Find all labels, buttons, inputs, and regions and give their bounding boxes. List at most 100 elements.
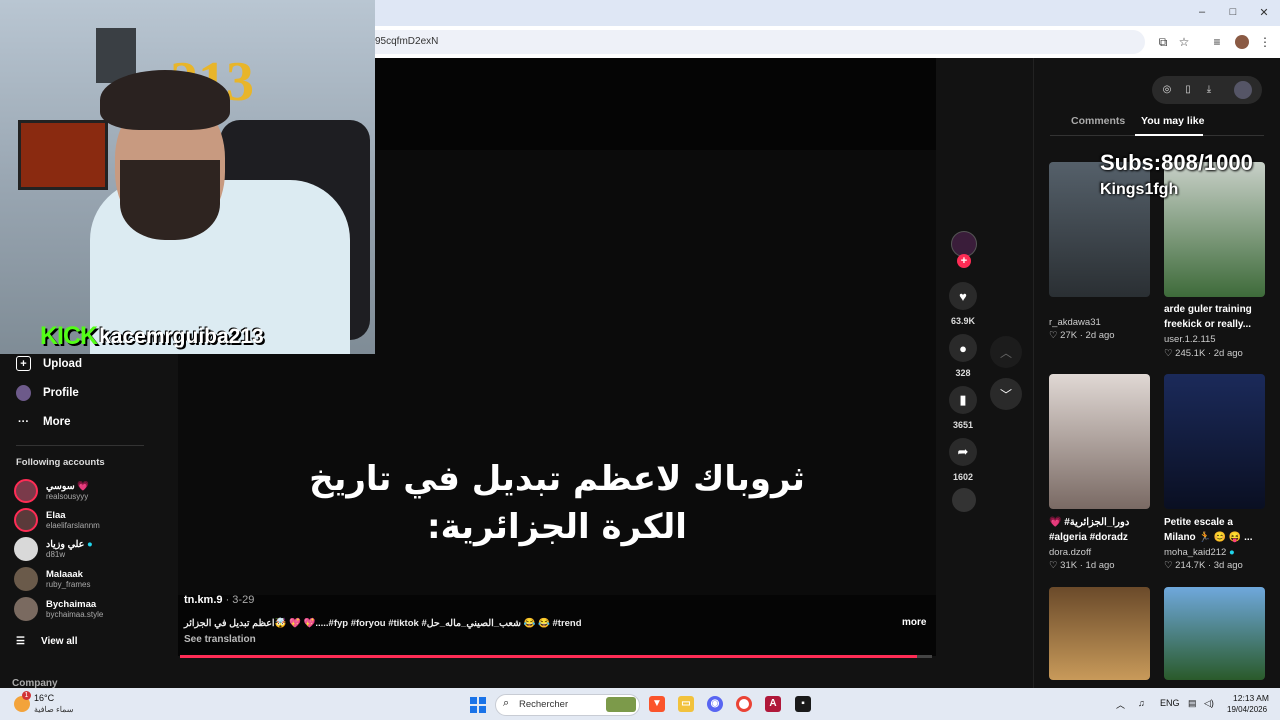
video-thumbnail[interactable] [1164,374,1265,509]
person-beard [120,160,220,240]
avatar [14,508,38,532]
avatar [14,537,38,561]
video-thumbnail[interactable] [1164,587,1265,680]
language-indicator[interactable]: ENG [1160,698,1180,708]
network-icon[interactable]: ▤ [1188,698,1197,709]
previous-video-button[interactable]: ︿ [990,336,1022,368]
address-bar[interactable]: 95cqfmD2exN [375,30,1145,54]
caption-line: ثروباك لاعظم تبديل في تاريخ [309,459,805,499]
app-a-icon[interactable]: A [765,696,781,712]
volume-icon[interactable]: ◁) [1204,698,1214,709]
video-caption: ثروباك لاعظم تبديل في تاريخ الكرة الجزائ… [178,455,936,551]
more-button[interactable]: more [902,617,926,628]
account-name: Bychaimaa [46,598,97,610]
card-username[interactable]: r_akdawa31 [1049,317,1101,328]
avatar [14,567,38,591]
card-username[interactable]: dora.dzoff [1049,547,1091,558]
weather-temp[interactable]: 16°C [34,693,54,703]
card-meta: ♡ 27K · 2d ago [1049,330,1115,341]
card-username[interactable]: moha_kaid212 ● [1164,547,1235,558]
chevron-up-icon: ︿ [999,345,1012,360]
video-thumbnail[interactable] [1164,162,1265,297]
microphone-icon[interactable]: ♫ [1138,698,1145,708]
see-translation-link[interactable]: See translation [184,634,256,645]
view-all-button[interactable]: ☰ View all [16,636,77,647]
subs-goal-overlay: Subs:808/1000 [1100,150,1253,175]
kick-logo: KICK [40,322,98,350]
user-avatar[interactable] [1234,81,1252,99]
verified-icon: ● [86,538,93,550]
following-accounts-title: Following accounts [16,457,105,468]
account-name: Elaa [46,509,66,521]
bookmark-icon: ▮ [959,392,967,407]
following-account[interactable]: Malaaak ruby_frames [14,567,90,591]
follow-plus-icon[interactable]: + [957,254,971,268]
kick-app-icon[interactable]: ▪ [795,696,811,712]
video-thumbnail[interactable] [1049,587,1150,680]
share-button[interactable]: ➦ [949,438,977,466]
video-progress-bar[interactable] [180,655,932,658]
channel-name: kacemrguiba213 [99,324,264,348]
card-meta: ♡ 31K · 1d ago [1049,560,1115,571]
sidebar-item-label: More [43,415,71,428]
sidebar-item-label: Upload [43,357,82,370]
tab-you-may-like[interactable]: You may like [1141,115,1204,127]
avatar [14,597,38,621]
download-icon[interactable]: ⤓ [1203,84,1215,95]
windows-start-icon[interactable] [470,697,486,713]
clock-time[interactable]: 12:13 AM [1233,693,1269,703]
sidebar-item-upload[interactable]: + Upload [16,356,82,371]
like-count: 63.9K [950,316,976,326]
webcam-overlay: 213 [0,0,375,354]
search-icon: ⌕ [503,697,510,709]
url-text: 95cqfmD2exN [375,36,439,47]
sidebar-divider [16,445,144,446]
star-icon[interactable]: ☆ [1177,35,1191,49]
discord-icon[interactable]: ◉ [707,696,723,712]
compass-icon[interactable]: ◎ [1161,84,1173,95]
card-meta: ♡ 245.1K · 2d ago [1164,348,1243,359]
music-disc-icon[interactable] [952,488,976,512]
account-name: سوسي 💗 [46,480,90,492]
phone-icon[interactable]: ▯ [1182,84,1194,95]
tray-chevron-icon[interactable]: ︿ [1116,698,1125,711]
cast-icon[interactable]: ⧉ [1156,35,1170,50]
video-author[interactable]: tn.km.9 · 3-29 [184,594,254,606]
following-account[interactable]: سوسي 💗 realsousyyy [14,479,89,503]
card-title[interactable]: Petite escale a Milano 🏃 😊 😝 ... [1164,515,1264,545]
close-icon[interactable]: ✕ [1257,6,1271,19]
following-account[interactable]: Elaa elaelifarslannm [14,508,100,532]
media-icon[interactable]: ≡ [1210,35,1224,49]
profile-avatar-icon [16,384,31,401]
browser-tab-strip [375,0,1280,26]
comment-button[interactable]: ● [949,334,977,362]
windows-taskbar [0,688,1280,720]
heart-outline-icon: ♡ [1049,330,1058,341]
following-account[interactable]: علي وزياد ● d81w [14,537,93,561]
file-explorer-icon[interactable]: ▭ [678,696,694,712]
card-title[interactable]: 💗 #دورا_الجزائرية #algeria #doradz [1049,515,1149,545]
tab-comments[interactable]: Comments [1071,115,1125,127]
account-username: elaelifarslannm [46,520,100,530]
weather-condition: سماء صافية [34,705,74,714]
chrome-icon[interactable] [736,696,752,712]
video-thumbnail[interactable] [1049,374,1150,509]
menu-icon[interactable]: ⋮ [1258,35,1272,49]
card-username[interactable]: user.1.2.115 [1164,334,1216,345]
browser-profile-avatar[interactable] [1235,35,1249,49]
maximize-icon[interactable]: □ [1226,6,1240,18]
sidebar-item-profile[interactable]: Profile [16,384,79,401]
account-username: ruby_frames [46,579,91,589]
clock-date[interactable]: 19/04/2026 [1227,705,1267,714]
next-video-button[interactable]: ﹀ [990,378,1022,410]
sidebar-item-more[interactable]: ··· More [16,414,70,429]
brave-icon[interactable]: ▼ [649,696,665,712]
following-account[interactable]: Bychaimaa bychaimaa.style [14,597,103,621]
card-title[interactable]: arde guler training freekick or really..… [1164,302,1264,332]
account-name: Malaaak [46,568,83,580]
like-button[interactable]: ♥ [949,282,977,310]
save-button[interactable]: ▮ [949,386,977,414]
minimize-icon[interactable]: – [1195,6,1209,18]
verified-icon: ● [1228,547,1235,558]
account-name: علي وزياد ● [46,538,93,550]
